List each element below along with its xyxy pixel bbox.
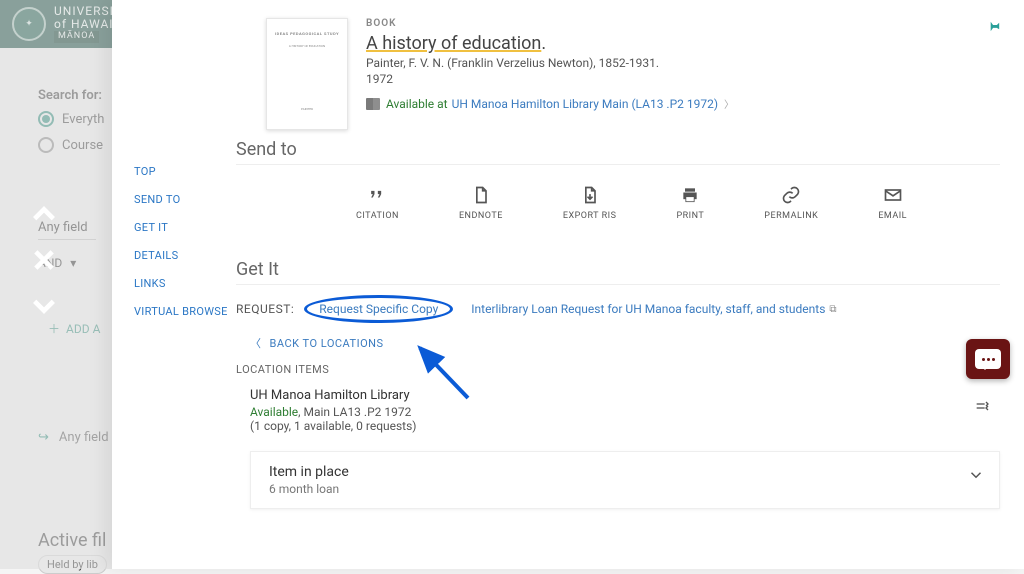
request-line: REQUEST: Request Specific Copy Interlibr… bbox=[236, 295, 1000, 323]
nav-getit[interactable]: GET IT bbox=[134, 221, 236, 234]
record-title-suffix: . bbox=[541, 33, 546, 54]
record-nav-chevrons bbox=[30, 200, 58, 320]
nav-details[interactable]: DETAILS bbox=[134, 249, 236, 262]
record-year: 1972 bbox=[366, 72, 1000, 86]
record-title[interactable]: A history of education. bbox=[366, 33, 1000, 54]
material-type: BOOK bbox=[366, 18, 1000, 29]
sendto-actions: CITATION ENDNOTE EXPORT RIS PRINT PERMAL… bbox=[236, 175, 1000, 231]
request-specific-copy-link[interactable]: Request Specific Copy bbox=[304, 295, 453, 323]
chevron-right-icon: 〉 bbox=[724, 96, 734, 111]
available-label: Available bbox=[250, 405, 298, 419]
book-icon bbox=[366, 98, 380, 110]
nav-links[interactable]: LINKS bbox=[134, 277, 236, 290]
back-label: BACK TO LOCATIONS bbox=[270, 337, 384, 350]
call-number: , Main LA13 .P2 1972 bbox=[298, 405, 411, 419]
next-record-button[interactable] bbox=[30, 292, 58, 320]
cover-thumbnail[interactable]: IDEAS PEDAGOGICAL STUDY A HISTORY OF EDU… bbox=[266, 18, 348, 130]
sendto-heading: Send to bbox=[236, 139, 1000, 165]
email-button[interactable]: EMAIL bbox=[878, 185, 907, 221]
citation-label: CITATION bbox=[356, 211, 399, 221]
available-at-label: Available at bbox=[386, 97, 448, 111]
availability-location: UH Manoa Hamilton Library Main (LA13 .P2… bbox=[452, 97, 718, 111]
record-author[interactable]: Painter, F. V. N. (Franklin Verzelius Ne… bbox=[366, 56, 1000, 70]
chat-bubble-icon bbox=[975, 349, 1001, 369]
external-link-icon: ⧉ bbox=[829, 304, 836, 315]
exportris-label: EXPORT RIS bbox=[563, 211, 617, 221]
print-label: PRINT bbox=[676, 211, 704, 221]
holding-block: UH Manoa Hamilton Library Available, Mai… bbox=[236, 384, 1000, 445]
item-row[interactable]: Item in place 6 month loan bbox=[250, 451, 1000, 509]
loan-policy: 6 month loan bbox=[269, 482, 963, 496]
interlibrary-loan-link[interactable]: Interlibrary Loan Request for UH Manoa f… bbox=[471, 302, 836, 316]
request-label: REQUEST: bbox=[236, 302, 294, 316]
location-items-heading: LOCATION ITEMS bbox=[236, 363, 1000, 376]
record-metadata: BOOK A history of education. Painter, F.… bbox=[366, 18, 1000, 111]
availability-line[interactable]: Available at UH Manoa Hamilton Library M… bbox=[366, 96, 1000, 111]
citation-button[interactable]: CITATION bbox=[356, 185, 399, 221]
close-record-button[interactable] bbox=[30, 246, 58, 274]
nav-sendto[interactable]: SEND TO bbox=[134, 193, 236, 206]
endnote-label: ENDNOTE bbox=[459, 211, 503, 221]
permalink-label: PERMALINK bbox=[764, 211, 818, 221]
holding-status: Available, Main LA13 .P2 1972 bbox=[250, 405, 1000, 419]
record-detail-panel: TOP SEND TO GET IT DETAILS LINKS VIRTUAL… bbox=[112, 0, 1024, 569]
print-button[interactable]: PRINT bbox=[676, 185, 704, 221]
record-section-nav: TOP SEND TO GET IT DETAILS LINKS VIRTUAL… bbox=[112, 0, 236, 569]
prev-record-button[interactable] bbox=[30, 200, 58, 228]
library-name: UH Manoa Hamilton Library bbox=[250, 388, 1000, 403]
endnote-button[interactable]: ENDNOTE bbox=[459, 185, 503, 221]
permalink-button[interactable]: PERMALINK bbox=[764, 185, 818, 221]
getit-heading: Get It bbox=[236, 259, 1000, 285]
chevron-down-icon bbox=[967, 466, 985, 488]
chevron-left-icon: 〈 bbox=[250, 335, 262, 351]
email-label: EMAIL bbox=[878, 211, 907, 221]
exportris-button[interactable]: EXPORT RIS bbox=[563, 185, 617, 221]
pin-icon[interactable] bbox=[986, 18, 1002, 38]
record-title-text: A history of education bbox=[366, 33, 541, 54]
item-status: Item in place bbox=[269, 464, 963, 480]
ill-label: Interlibrary Loan Request for UH Manoa f… bbox=[471, 302, 825, 316]
nav-virtual-browse[interactable]: VIRTUAL BROWSE bbox=[134, 305, 236, 318]
back-to-locations-link[interactable]: 〈 BACK TO LOCATIONS bbox=[250, 335, 1000, 351]
sort-icon[interactable] bbox=[974, 398, 990, 418]
copies-summary: (1 copy, 1 available, 0 requests) bbox=[250, 419, 1000, 433]
chat-widget-button[interactable] bbox=[966, 339, 1010, 379]
nav-top[interactable]: TOP bbox=[134, 165, 236, 178]
record-main: IDEAS PEDAGOGICAL STUDY A HISTORY OF EDU… bbox=[236, 0, 1024, 569]
